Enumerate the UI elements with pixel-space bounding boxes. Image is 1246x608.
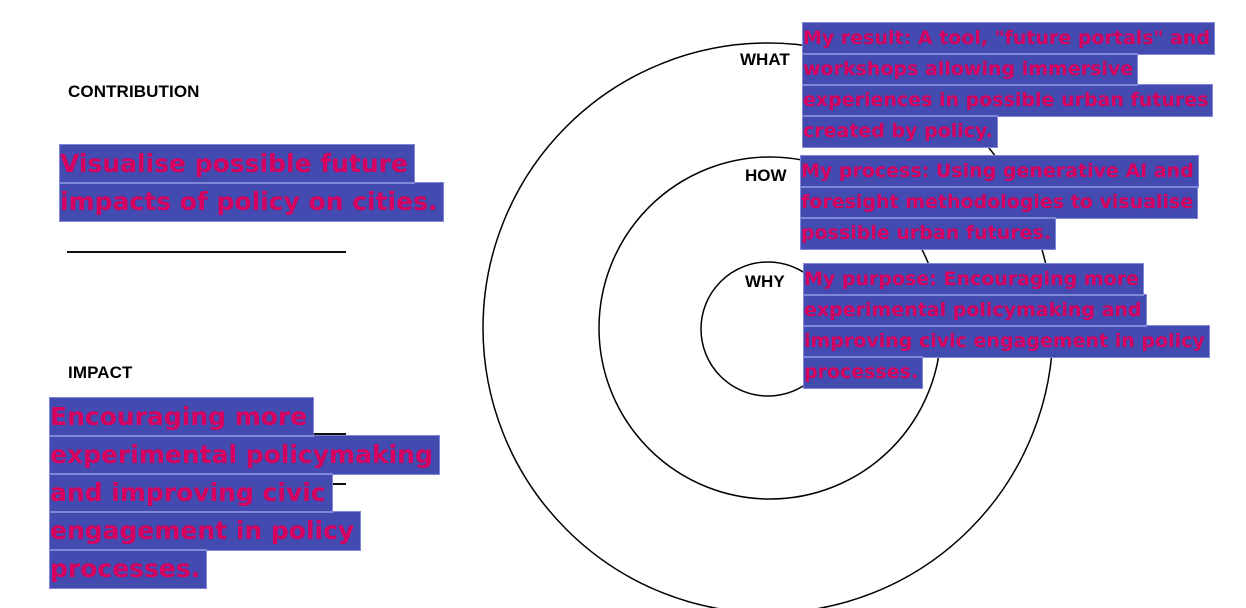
contribution-heading: CONTRIBUTION (68, 82, 200, 101)
how-description-line: possible urban futures. (799, 217, 1057, 250)
impact-line: engagement in policy (48, 511, 362, 551)
contribution-line: Visualise possible future (59, 144, 415, 184)
contribution-text: Visualise possible future impacts of pol… (58, 144, 445, 222)
what-description-line: experiences in possible urban futures (801, 84, 1214, 117)
what-description: My result: A tool, "future portals" and … (801, 22, 1216, 148)
why-description-line: processes. (802, 356, 924, 389)
why-description-line: My purpose: Encouraging more (803, 263, 1144, 296)
why-description: My purpose: Encouraging more experimenta… (802, 263, 1210, 389)
impact-line: experimental policymaking (49, 435, 440, 475)
impact-heading: IMPACT (68, 363, 133, 382)
impact-line: processes. (48, 549, 208, 589)
how-description-line: foresight methodologies to visualise (799, 186, 1199, 219)
what-label: WHAT (740, 50, 790, 69)
impact-line: and improving civic (49, 473, 333, 513)
impact-text: Encouraging more experimental policymaki… (48, 397, 440, 589)
contribution-line: impacts of policy on cities. (58, 182, 445, 222)
how-description: My process: Using generative AI and fore… (799, 155, 1199, 250)
why-description-line: improving civic engagement in policy (803, 325, 1210, 358)
what-description-line: My result: A tool, "future portals" and (801, 22, 1216, 55)
why-label: WHY (745, 272, 785, 291)
how-description-line: My process: Using generative AI and (800, 155, 1199, 188)
impact-line: Encouraging more (48, 397, 315, 437)
what-description-line: workshops allowing immersive (801, 53, 1139, 86)
contribution-divider (67, 251, 346, 253)
what-description-line: created by policy. (802, 115, 998, 148)
how-label: HOW (745, 166, 787, 185)
why-description-line: experimental policymaking and (803, 294, 1147, 327)
